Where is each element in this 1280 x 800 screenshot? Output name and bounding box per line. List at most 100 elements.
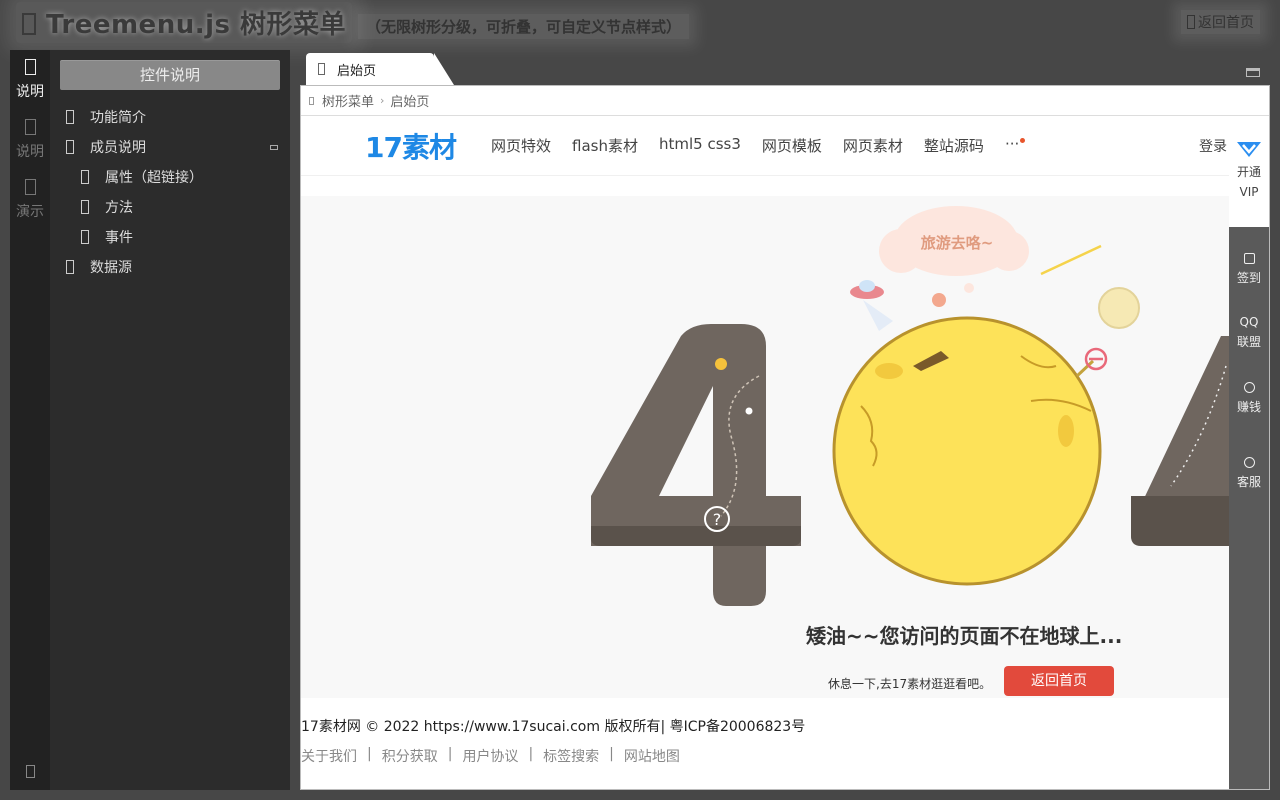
divider: | (528, 746, 534, 762)
small-moon (1098, 287, 1140, 329)
digit-four-left: ? (591, 324, 801, 606)
checkin-button[interactable]: 签到 (1229, 253, 1269, 288)
nav-link-templates[interactable]: 网页模板 (762, 135, 822, 156)
tool-label: 签到 (1236, 271, 1261, 285)
sidebar-header[interactable]: 控件说明 (60, 60, 280, 90)
tool-label: 客服 (1236, 475, 1261, 489)
tree-item-events[interactable]: 事件 (50, 222, 290, 252)
return-home-button[interactable]: 返回首页 (1004, 666, 1114, 696)
error-404-illustration: ? 旅游去咯~ 矮油~~您访问的页面不在地球上... 休息一下,去17素材逛逛看… (301, 196, 1229, 698)
title-block: Treemenu.js 树形菜单 (16, 1, 353, 43)
page-icon (66, 110, 74, 124)
page-icon (318, 63, 325, 75)
footer-copyright: 17素材网 © 2022 https://www.17sucai.com 版权所… (301, 719, 806, 735)
content-frame: 树形菜单 › 启始页 17素材 网页特效 flash素材 html5 css3 … (300, 85, 1270, 790)
digit-four-right (1131, 336, 1229, 546)
vip-label: 开通 (1236, 165, 1261, 179)
page-icon (81, 170, 89, 184)
site-navbar: 17素材 网页特效 flash素材 html5 css3 网页模板 网页素材 整… (301, 116, 1229, 176)
footer-link-terms[interactable]: 用户协议 (462, 746, 518, 766)
footer-links: 关于我们 | 积分获取 | 用户协议 | 标签搜索 | 网站地图 (301, 746, 680, 766)
vip-label: VIP (1239, 185, 1259, 199)
tree-item-label: 事件 (105, 230, 133, 246)
app-header: Treemenu.js 树形菜单 (16, 0, 353, 44)
rail-item-label: 说明 (16, 144, 44, 160)
page-icon (66, 260, 74, 274)
back-home-label: 返回首页 (1198, 15, 1254, 31)
rail-item-label: 演示 (16, 204, 44, 220)
planet-moon (832, 316, 1108, 586)
vip-icon (1237, 142, 1261, 157)
page-subtitle: （无限树形分级，可折叠，可自定义节点样式） (358, 14, 690, 39)
footer-link-tags[interactable]: 标签搜索 (543, 746, 599, 766)
divider: | (367, 746, 372, 762)
nav-link-flash[interactable]: flash素材 (572, 135, 638, 156)
folder-icon (66, 140, 74, 154)
breadcrumb-item[interactable]: 启始页 (390, 91, 429, 110)
tree-item-label: 数据源 (90, 260, 132, 276)
tree-item-label: 方法 (105, 200, 133, 216)
nav-link-materials[interactable]: 网页素材 (843, 135, 903, 156)
nav-link-html5[interactable]: html5 css3 (659, 135, 741, 156)
maximize-icon[interactable] (1246, 68, 1260, 77)
rail-item-description-active[interactable]: 说明 (10, 50, 50, 110)
tab-start-page[interactable]: 启始页 (306, 53, 454, 85)
error-subtext: 休息一下,去17素材逛逛看吧。 (828, 677, 992, 691)
notification-dot (1020, 138, 1026, 143)
tool-label: 赚钱 (1236, 400, 1261, 414)
ufo (850, 280, 893, 331)
back-home-link[interactable]: 返回首页 (1181, 10, 1260, 34)
footer-link-sitemap[interactable]: 网站地图 (624, 746, 680, 766)
login-link[interactable]: 登录 (1199, 136, 1227, 156)
nav-more-button[interactable]: ··· (1004, 135, 1026, 156)
more-icon: ··· (1004, 135, 1020, 153)
tree-item-methods[interactable]: 方法 (50, 192, 290, 222)
icon-rail: 说明 说明 演示 (10, 50, 50, 790)
footer-link-about[interactable]: 关于我们 (301, 746, 357, 766)
tab-label: 启始页 (337, 63, 377, 79)
demo-icon (24, 179, 36, 195)
breadcrumb-separator: › (380, 94, 385, 107)
rail-bottom-toggle[interactable] (10, 765, 50, 778)
page-icon (81, 200, 89, 214)
cloud-bubble-text: 旅游去咯~ (921, 234, 994, 252)
earn-money-button[interactable]: 赚钱 (1229, 382, 1269, 417)
collapse-icon[interactable] (270, 144, 278, 150)
toggle-icon (25, 765, 35, 778)
page-title: Treemenu.js 树形菜单 (46, 9, 347, 40)
home-icon (1187, 15, 1195, 29)
rail-item-label: 说明 (16, 84, 44, 100)
rail-item-demo[interactable]: 演示 (10, 170, 50, 230)
tree-item-datasource[interactable]: 数据源 (50, 252, 290, 282)
doc-icon (24, 119, 36, 135)
calendar-icon (1243, 253, 1255, 264)
customer-service-button[interactable]: 客服 (1229, 457, 1269, 492)
tree-item-label: 成员说明 (90, 140, 146, 156)
tree-menu-icon (22, 12, 36, 35)
doc-icon (24, 59, 36, 75)
site-nav: 网页特效 flash素材 html5 css3 网页模板 网页素材 整站源码 ·… (491, 135, 1026, 156)
rail-item-description[interactable]: 说明 (10, 110, 50, 170)
tree-item-label: 属性（超链接） (105, 170, 203, 186)
cloud-bubble: 旅游去咯~ (879, 206, 1029, 293)
breadcrumb-item[interactable]: 树形菜单 (322, 91, 374, 110)
tree-item-label: 功能简介 (90, 110, 146, 126)
sidebar: 控件说明 功能简介 成员说明 属性（超链接） 方法 事件 数据源 (50, 50, 290, 790)
svg-text:?: ? (713, 510, 722, 529)
tree-item-intro[interactable]: 功能简介 (50, 102, 290, 132)
footer-link-points[interactable]: 积分获取 (382, 746, 438, 766)
qq-alliance-button[interactable]: QQ 联盟 (1229, 312, 1269, 352)
tree-item-members[interactable]: 成员说明 (50, 132, 290, 162)
embedded-page: 17素材 网页特效 flash素材 html5 css3 网页模板 网页素材 整… (301, 116, 1229, 789)
divider: | (447, 746, 453, 762)
nav-link-source[interactable]: 整站源码 (924, 135, 984, 156)
tree-item-properties[interactable]: 属性（超链接） (50, 162, 290, 192)
floating-toolbar: 开通 VIP 签到 QQ 联盟 赚钱 客服 (1229, 116, 1269, 789)
comet (1040, 244, 1102, 276)
small-planet (932, 293, 946, 307)
nav-link-effects[interactable]: 网页特效 (491, 135, 551, 156)
breadcrumb: 树形菜单 › 启始页 (301, 86, 1269, 116)
vip-button[interactable]: 开通 VIP (1229, 116, 1269, 227)
site-logo[interactable]: 17素材 (365, 126, 465, 166)
error-message: 矮油~~您访问的页面不在地球上... (806, 624, 1123, 648)
